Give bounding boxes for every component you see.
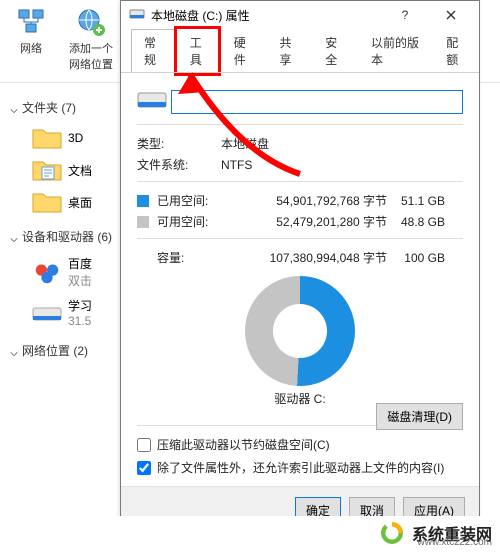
- index-label: 除了文件属性外，还允许索引此驱动器上文件的内容(I): [157, 459, 444, 476]
- ribbon-add-location-label1: 添加一个: [69, 43, 113, 55]
- index-checkbox[interactable]: [137, 461, 151, 475]
- watermark-bar: 系统重装网 www.xtcz22.com: [0, 516, 500, 550]
- type-value: 本地磁盘: [221, 135, 463, 152]
- section-folders-title: 文件夹 (7): [22, 99, 76, 116]
- folder-item-label: 文档: [68, 162, 92, 179]
- used-label: 已用空间:: [157, 192, 227, 209]
- tab-general-body: 类型:本地磁盘 文件系统:NTFS 已用空间: 54,901,792,768 字…: [121, 72, 479, 486]
- folder-item-desktop[interactable]: 桌面: [10, 186, 116, 218]
- watermark-logo-icon: [378, 519, 406, 547]
- tab-label: 工具: [190, 36, 202, 67]
- folder-item-label: 桌面: [68, 194, 92, 211]
- capacity-gb: 100 GB: [387, 251, 445, 265]
- drive-large-icon: [137, 87, 171, 116]
- usage-pie-chart: [245, 276, 355, 386]
- chevron-down-icon: [10, 347, 18, 355]
- tab-label: 安全: [325, 36, 337, 67]
- free-gb: 48.8 GB: [387, 215, 445, 229]
- tab-label: 以前的版本: [371, 36, 419, 67]
- button-label: 磁盘清理(D): [387, 410, 452, 424]
- index-checkbox-row[interactable]: 除了文件属性外，还允许索引此驱动器上文件的内容(I): [137, 459, 463, 476]
- dialog-help-button[interactable]: ?: [385, 1, 425, 29]
- device-item-name: 学习: [68, 299, 92, 313]
- device-item-sub: 双击: [68, 274, 92, 288]
- drive-titlebar-icon: [129, 6, 145, 25]
- section-folders[interactable]: 文件夹 (7): [10, 99, 116, 116]
- tab-label: 配额: [446, 36, 458, 67]
- explorer-content: 文件夹 (7) 3D 文档 桌面 设备和驱动器 (6) 百度 双击: [0, 83, 120, 359]
- network-icon: [15, 6, 47, 38]
- drive-icon: [32, 302, 62, 324]
- section-network-loc-title: 网络位置 (2): [22, 342, 88, 359]
- disk-cleanup-button[interactable]: 磁盘清理(D): [376, 403, 463, 430]
- ribbon-network-label: 网络: [20, 43, 42, 55]
- properties-dialog: 本地磁盘 (C:) 属性 ? 常规 工具 硬件 共享 安全 以前的版本 配额 类…: [120, 0, 480, 520]
- dialog-title: 本地磁盘 (C:) 属性: [151, 7, 250, 24]
- chevron-down-icon: [10, 233, 18, 241]
- section-network-loc[interactable]: 网络位置 (2): [10, 342, 116, 359]
- folder-item-3d[interactable]: 3D: [10, 122, 116, 154]
- filesystem-label: 文件系统:: [137, 156, 221, 173]
- close-icon: [446, 10, 456, 20]
- dialog-titlebar: 本地磁盘 (C:) 属性 ?: [121, 1, 479, 29]
- device-item-baidu[interactable]: 百度 双击: [10, 251, 116, 293]
- ribbon-network[interactable]: 网络: [8, 6, 54, 56]
- baidu-icon: [32, 259, 62, 285]
- separator: [137, 238, 463, 239]
- tab-quota[interactable]: 配额: [433, 29, 479, 73]
- folder-item-label: 3D: [68, 131, 83, 145]
- free-swatch: [137, 216, 149, 228]
- used-swatch: [137, 195, 149, 207]
- dialog-close-button[interactable]: [431, 1, 471, 29]
- ribbon-add-location[interactable]: 添加一个 网络位置: [68, 6, 114, 72]
- compress-checkbox[interactable]: [137, 438, 151, 452]
- tab-label: 常规: [144, 36, 156, 67]
- tab-label: 共享: [280, 36, 292, 67]
- device-item-name: 百度: [68, 257, 92, 271]
- free-label: 可用空间:: [157, 213, 227, 230]
- dialog-tabs: 常规 工具 硬件 共享 安全 以前的版本 配额: [121, 29, 479, 73]
- used-gb: 51.1 GB: [387, 194, 445, 208]
- tab-general[interactable]: 常规: [131, 29, 177, 73]
- tab-tools[interactable]: 工具: [177, 29, 218, 73]
- tab-sharing[interactable]: 共享: [267, 29, 313, 73]
- section-devices-title: 设备和驱动器 (6): [22, 228, 112, 245]
- separator: [137, 181, 463, 182]
- ribbon-add-location-label2: 网络位置: [69, 59, 113, 71]
- tab-label: 硬件: [234, 36, 246, 67]
- folder-docs-icon: [32, 158, 62, 182]
- device-item-drive[interactable]: 学习 31.5: [10, 293, 116, 332]
- type-label: 类型:: [137, 135, 221, 152]
- add-location-icon: [75, 6, 107, 38]
- filesystem-value: NTFS: [221, 158, 463, 172]
- tab-previous[interactable]: 以前的版本: [358, 29, 433, 73]
- highlight-box: 工具: [174, 26, 221, 76]
- separator: [137, 124, 463, 125]
- section-devices[interactable]: 设备和驱动器 (6): [10, 228, 116, 245]
- tab-security[interactable]: 安全: [312, 29, 358, 73]
- capacity-bytes: 107,380,994,048 字节: [227, 249, 387, 266]
- compress-label: 压缩此驱动器以节约磁盘空间(C): [157, 436, 330, 453]
- drive-name-input[interactable]: [171, 90, 463, 114]
- used-bytes: 54,901,792,768 字节: [227, 192, 387, 209]
- watermark-url: www.xtcz22.com: [418, 537, 492, 548]
- device-item-sub: 31.5: [68, 314, 91, 328]
- free-bytes: 52,479,201,280 字节: [227, 213, 387, 230]
- capacity-label: 容量:: [157, 249, 227, 266]
- tab-hardware[interactable]: 硬件: [221, 29, 267, 73]
- folder-item-docs[interactable]: 文档: [10, 154, 116, 186]
- folder-icon: [32, 126, 62, 150]
- chevron-down-icon: [10, 104, 18, 112]
- folder-icon: [32, 190, 62, 214]
- compress-checkbox-row[interactable]: 压缩此驱动器以节约磁盘空间(C): [137, 436, 463, 453]
